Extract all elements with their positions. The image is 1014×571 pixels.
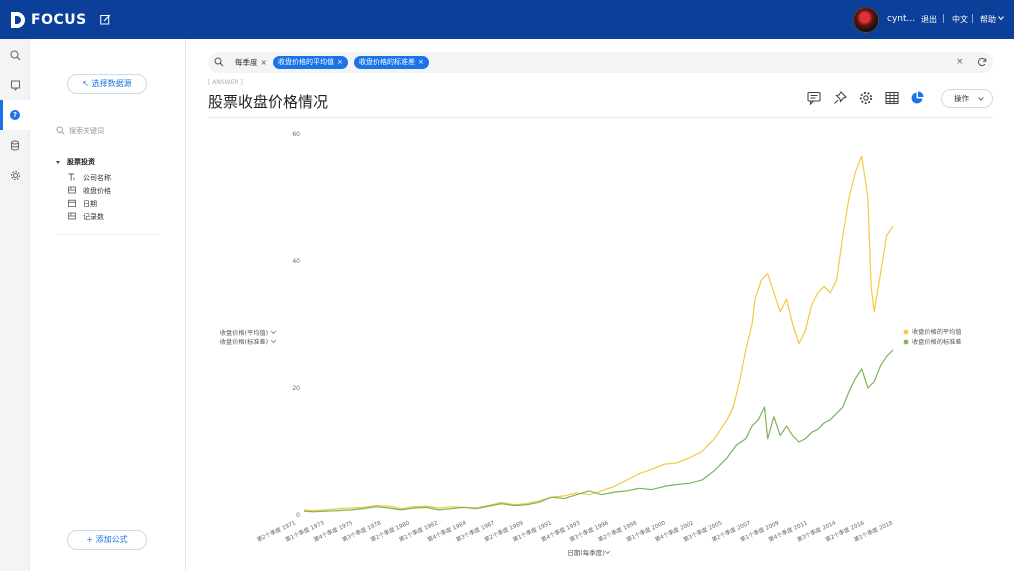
gear-icon — [10, 170, 20, 180]
pie-chart-icon[interactable] — [910, 91, 924, 105]
nav-separator — [943, 14, 944, 23]
rail-questions[interactable]: ? — [0, 100, 30, 130]
chevron-down-icon — [978, 97, 984, 101]
bookmark-icon — [10, 80, 20, 91]
legend-marker — [903, 329, 909, 335]
gear-icon[interactable] — [859, 91, 873, 105]
add-formula-button[interactable]: + 添加公式 — [67, 530, 147, 550]
title-divider — [208, 117, 993, 118]
legend-label: 收盘价格的平均值 — [912, 328, 962, 336]
data-source-panel: ↖ 选择数据源 搜索关键词 股票投资 公司名称 收盘价格 日期 记录数 + 添加… — [30, 39, 186, 571]
field-label: 日期 — [83, 200, 97, 208]
remove-token-icon[interactable]: × — [261, 58, 267, 67]
database-icon — [10, 140, 19, 150]
series-line-stddev — [303, 349, 894, 513]
icon-rail: ? — [0, 39, 30, 571]
caret-down-icon — [56, 160, 60, 164]
search-bar[interactable]: 每季度 × 收盘价格的平均值 × 收盘价格的标准差 × × — [208, 52, 993, 73]
rail-data[interactable] — [0, 130, 30, 160]
tree-root[interactable]: 股票投资 — [56, 157, 95, 167]
language-link[interactable]: 中文 — [952, 14, 968, 25]
x-axis-label: 日期(每季度) — [567, 548, 605, 557]
y-tick-label: 60 — [292, 131, 300, 138]
search-token-std[interactable]: 收盘价格的标准差 × — [354, 56, 429, 69]
table-icon[interactable] — [885, 91, 899, 105]
field-label: 公司名称 — [83, 174, 111, 182]
field-label: 收盘价格 — [83, 187, 111, 195]
operations-label: 操作 — [954, 94, 969, 103]
page-title: 股票收盘价格情况 — [208, 93, 329, 111]
search-token-quarterly[interactable]: 每季度 × — [235, 57, 267, 68]
rail-settings[interactable] — [0, 160, 30, 190]
field-label: 记录数 — [83, 213, 104, 221]
select-source-label: 选择数据源 — [91, 79, 132, 88]
search-icon — [214, 57, 224, 67]
brand-name[interactable]: FOCUS — [31, 12, 87, 28]
date-field-icon — [68, 199, 76, 207]
search-token-avg[interactable]: 收盘价格的平均值 × — [273, 56, 348, 69]
search-icon — [10, 50, 20, 60]
keyword-search-placeholder: 搜索关键词 — [69, 127, 104, 135]
top-bar: FOCUS cynt... 退出 中文 帮助 — [0, 0, 1014, 39]
nav-separator — [972, 14, 973, 23]
text-field-icon — [68, 173, 75, 181]
divider — [56, 234, 160, 235]
y-axis-label: 收盘价格(平均值) — [220, 329, 268, 337]
operations-button[interactable]: 操作 — [941, 89, 993, 108]
chevron-down-icon — [270, 339, 277, 344]
chevron-down-icon — [604, 550, 611, 555]
answer-tag: [ ANSWER ] — [208, 79, 243, 86]
rail-search[interactable] — [0, 40, 30, 70]
token-label: 收盘价格的平均值 — [278, 58, 334, 66]
y-tick-label: 40 — [292, 258, 300, 265]
select-source-button[interactable]: ↖ 选择数据源 — [67, 74, 147, 94]
comment-icon[interactable] — [807, 91, 821, 105]
y-tick-label: 0 — [296, 512, 300, 519]
search-icon — [56, 126, 65, 135]
number-field-icon — [68, 212, 76, 220]
pin-icon[interactable] — [833, 91, 847, 105]
refresh-icon[interactable] — [977, 57, 987, 67]
focus-logo-icon[interactable] — [10, 11, 26, 29]
keyword-search[interactable]: 搜索关键词 — [56, 125, 160, 139]
logout-link[interactable]: 退出 — [921, 14, 937, 25]
username[interactable]: cynt... — [887, 14, 915, 24]
y-axis-label: 收盘价格(标准差) — [220, 338, 268, 346]
help-link[interactable]: 帮助 — [980, 14, 996, 25]
number-field-icon — [68, 186, 76, 194]
token-label: 收盘价格的标准差 — [359, 58, 415, 66]
remove-token-icon[interactable]: × — [337, 58, 343, 66]
edit-icon[interactable] — [100, 14, 111, 25]
tree-root-label: 股票投资 — [67, 158, 95, 166]
y-tick-label: 20 — [292, 385, 300, 392]
legend-label: 收盘价格的标准差 — [912, 338, 962, 346]
chevron-down-icon[interactable] — [998, 15, 1004, 21]
chevron-down-icon — [270, 330, 277, 335]
question-icon: ? — [10, 110, 20, 120]
legend-marker — [903, 339, 909, 345]
clear-search-icon[interactable]: × — [956, 57, 964, 67]
token-label: 每季度 — [235, 58, 258, 67]
series-line-average — [303, 155, 894, 512]
rail-bookmarks[interactable] — [0, 70, 30, 100]
remove-token-icon[interactable]: × — [418, 58, 424, 66]
avatar[interactable] — [853, 7, 879, 33]
line-chart: 0204060收盘价格(平均值)收盘价格(标准差)第2个季度 1971第1个季度… — [220, 131, 962, 557]
